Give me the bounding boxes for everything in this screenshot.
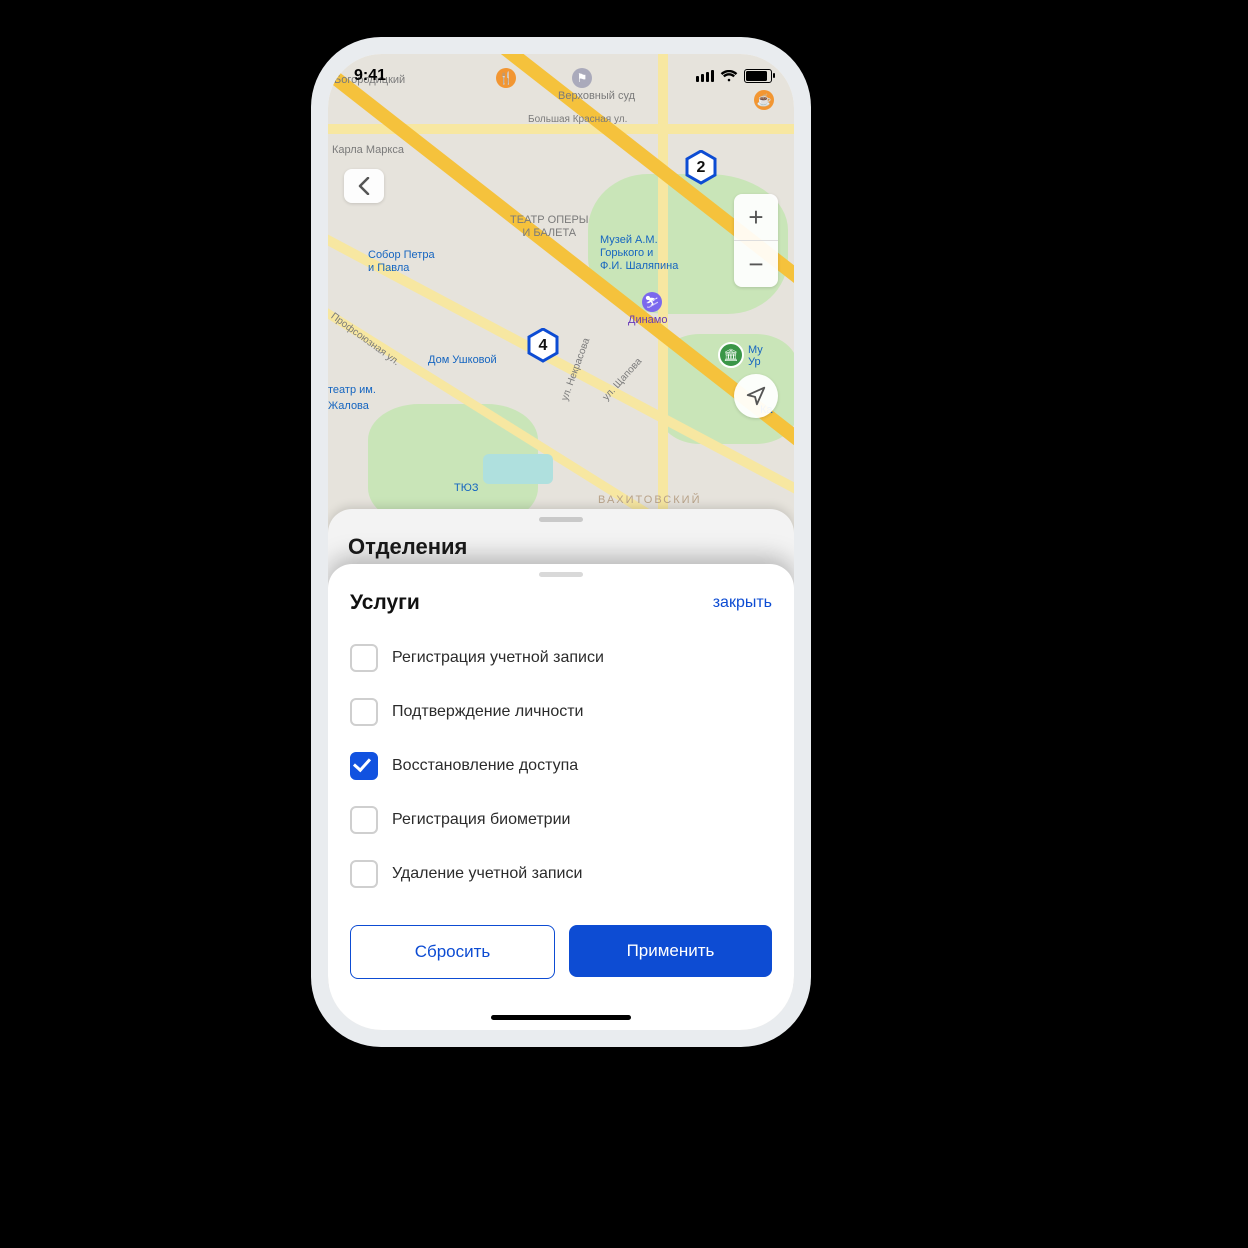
map-label: Собор Петра и Павла <box>368 249 435 275</box>
checkbox[interactable] <box>350 698 378 726</box>
chevron-left-icon <box>358 177 370 195</box>
option-label: Регистрация учетной записи <box>392 649 604 667</box>
option-label: Подтверждение личности <box>392 703 584 721</box>
option-row[interactable]: Подтверждение личности <box>350 685 772 739</box>
zoom-out-button[interactable]: − <box>734 241 778 287</box>
close-link[interactable]: закрыть <box>713 594 772 612</box>
cluster-count: 4 <box>526 326 560 366</box>
status-time: 9:41 <box>354 67 386 85</box>
reset-button[interactable]: Сбросить <box>350 925 555 979</box>
checkbox[interactable] <box>350 860 378 888</box>
drag-handle[interactable] <box>539 572 583 577</box>
map-label: театр им. <box>328 384 376 396</box>
map-label: Динамо <box>628 314 667 326</box>
cluster-pin[interactable]: 2 <box>684 150 718 188</box>
branches-title: Отделения <box>348 534 774 560</box>
option-row[interactable]: Удаление учетной записи <box>350 847 772 901</box>
status-bar: 9:41 <box>328 54 794 98</box>
map-label: ВАХИТОВСКИЙ <box>598 494 701 506</box>
map-label: ТЕАТР ОПЕРЫ И БАЛЕТА <box>510 214 589 240</box>
modal-title: Услуги <box>350 591 420 615</box>
locate-button[interactable] <box>734 374 778 418</box>
signal-icon <box>696 70 714 82</box>
poi-icon: 🏛 <box>718 342 744 368</box>
option-row[interactable]: Регистрация биометрии <box>350 793 772 847</box>
checkbox[interactable] <box>350 644 378 672</box>
option-label: Восстановление доступа <box>392 757 578 775</box>
back-button[interactable] <box>344 169 384 203</box>
poi-icon: ⛷ <box>642 292 662 312</box>
screen: Богородицкий Верховный суд Большая Красн… <box>328 54 794 1030</box>
options-list: Регистрация учетной записи Подтверждение… <box>328 625 794 911</box>
map-label: ТЮЗ <box>454 482 478 494</box>
map-label: Большая Красная ул. <box>528 114 627 125</box>
option-label: Регистрация биометрии <box>392 811 570 829</box>
map-label: Профсоюзная ул. <box>329 311 402 368</box>
map-label: Дом Ушковой <box>428 354 497 366</box>
option-row[interactable]: Восстановление доступа <box>350 739 772 793</box>
location-arrow-icon <box>745 385 767 407</box>
map-label: Жалова <box>328 400 369 412</box>
apply-button[interactable]: Применить <box>569 925 772 977</box>
map-label: Карла Маркса <box>332 144 404 156</box>
option-label: Удаление учетной записи <box>392 865 582 883</box>
zoom-in-button[interactable]: + <box>734 194 778 240</box>
checkbox[interactable] <box>350 752 378 780</box>
checkbox[interactable] <box>350 806 378 834</box>
phone-frame: Богородицкий Верховный суд Большая Красн… <box>311 37 811 1047</box>
wifi-icon <box>720 70 738 82</box>
drag-handle[interactable] <box>539 517 583 522</box>
home-indicator <box>491 1015 631 1020</box>
option-row[interactable]: Регистрация учетной записи <box>350 631 772 685</box>
cluster-pin[interactable]: 4 <box>526 328 560 366</box>
cluster-count: 2 <box>684 148 718 188</box>
zoom-control: + − <box>734 194 778 287</box>
map-label: Музей А.М. Горького и Ф.И. Шаляпина <box>600 234 678 274</box>
map-label: Му Ур <box>748 344 763 368</box>
filter-modal: Услуги закрыть Регистрация учетной запис… <box>328 564 794 1030</box>
battery-icon <box>744 69 772 83</box>
